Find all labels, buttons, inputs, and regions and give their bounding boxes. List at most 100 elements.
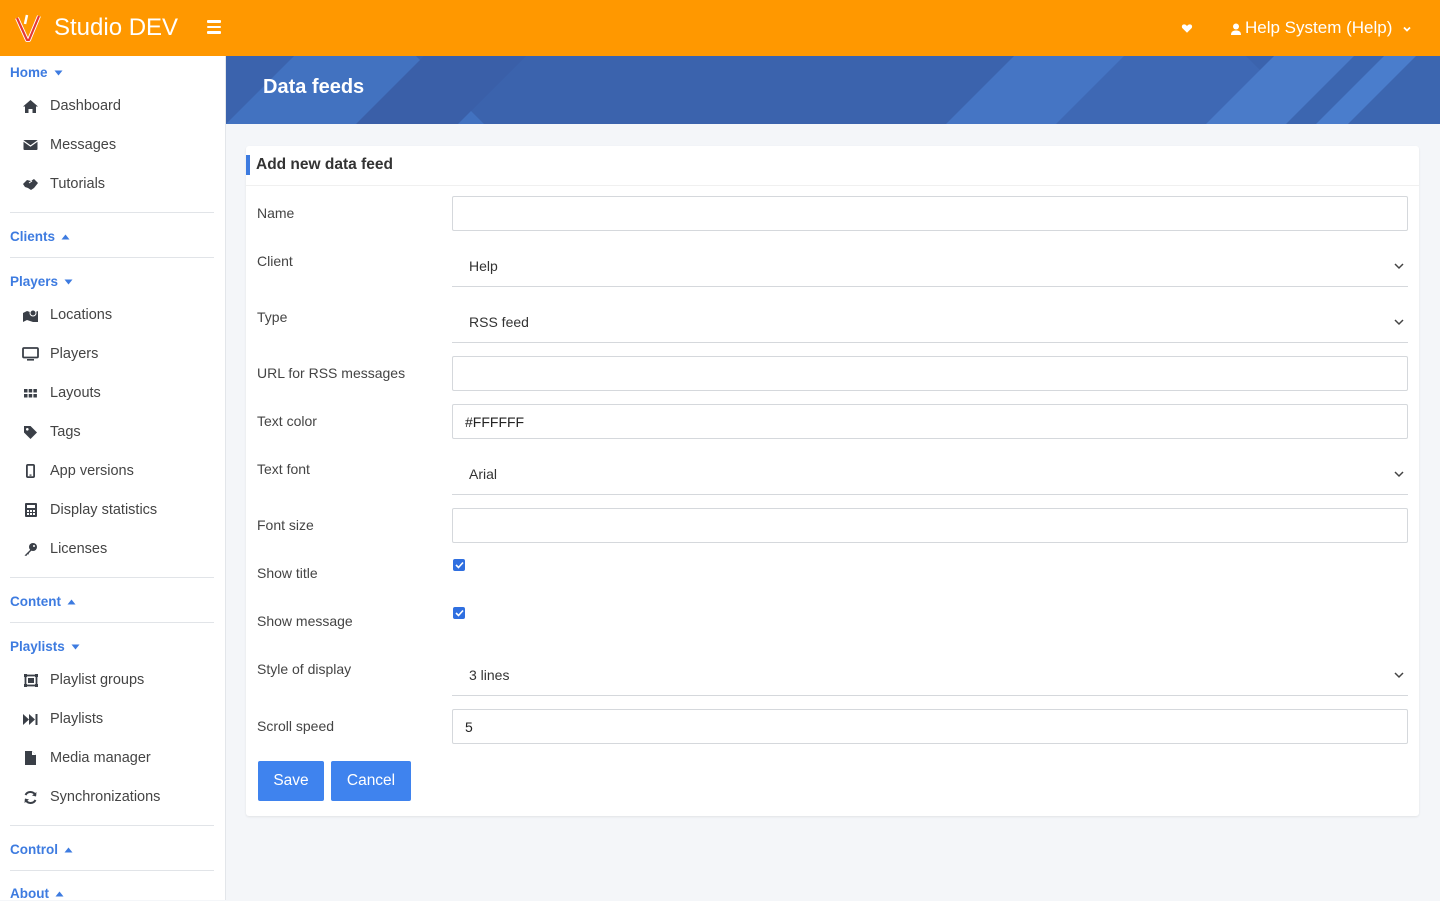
sidebar-item-label: Locations [50, 307, 113, 323]
caret-up-icon [61, 234, 70, 239]
url-label: URL for RSS messages [257, 365, 406, 381]
sidebar-item-label: App versions [50, 463, 134, 479]
menu-toggle-icon[interactable] [207, 20, 222, 35]
sidebar-item-messages[interactable]: Messages [22, 134, 116, 156]
sidebar-item-label: Licenses [50, 541, 108, 557]
save-button[interactable]: Save [258, 761, 324, 801]
checkmark-icon [454, 609, 464, 617]
name-label: Name [257, 205, 295, 221]
section-label: Clients [10, 229, 56, 244]
section-label: Players [10, 274, 59, 289]
show-message-checkbox[interactable] [453, 607, 465, 619]
sidebar-section-content[interactable]: Content [10, 594, 76, 609]
sidebar-item-locations[interactable]: Locations [22, 304, 112, 326]
key-icon [22, 541, 39, 558]
sidebar-item-playlists[interactable]: Playlists [22, 708, 103, 730]
checkmark-icon [454, 561, 464, 569]
user-icon [1231, 23, 1241, 35]
sidebar-item-label: Playlists [50, 711, 104, 727]
sidebar-item-playlist-groups[interactable]: Playlist groups [22, 669, 144, 691]
add-data-feed-card: Add new data feed Name Client Help Type … [246, 146, 1419, 816]
tag-icon [22, 424, 39, 441]
sync-icon [22, 789, 39, 806]
sidebar-item-display-statistics[interactable]: Display statistics [22, 499, 157, 521]
chevron-down-icon [1394, 263, 1404, 270]
style-select[interactable]: 3 lines [452, 656, 1408, 696]
sidebar-item-label: Display statistics [50, 502, 158, 518]
sidebar-item-layouts[interactable]: Layouts [22, 382, 101, 404]
sidebar: Home Dashboard Messages Tutorials Client… [0, 56, 226, 901]
text-color-input[interactable] [452, 404, 1408, 439]
text-font-value: Arial [469, 466, 498, 482]
scroll-speed-input[interactable] [452, 709, 1408, 744]
style-value: 3 lines [469, 667, 510, 683]
sidebar-item-label: Dashboard [50, 98, 121, 114]
show-title-checkbox[interactable] [453, 559, 465, 571]
app-title[interactable]: Studio DEV [54, 13, 178, 43]
calculator-icon [22, 502, 39, 519]
sidebar-section-about[interactable]: About [10, 886, 64, 901]
sidebar-item-label: Messages [50, 137, 117, 153]
home-icon [22, 98, 39, 115]
caret-down-icon [64, 279, 73, 284]
chevron-down-icon [1403, 26, 1412, 32]
divider [10, 622, 214, 623]
show-message-label: Show message [257, 613, 353, 629]
text-font-select[interactable]: Arial [452, 455, 1408, 495]
grid-icon [22, 385, 39, 402]
font-size-label: Font size [257, 517, 314, 533]
envelope-icon [22, 137, 39, 154]
sidebar-item-dashboard[interactable]: Dashboard [22, 95, 121, 117]
caret-up-icon [64, 847, 73, 852]
url-input[interactable] [452, 356, 1408, 391]
chevron-down-icon [1394, 471, 1404, 478]
font-size-input[interactable] [452, 508, 1408, 543]
sidebar-item-label: Players [50, 346, 99, 362]
name-input[interactable] [452, 196, 1408, 231]
sidebar-section-home[interactable]: Home [10, 65, 63, 80]
caret-up-icon [55, 891, 64, 896]
top-bar: Studio DEV Help System (Help) [0, 0, 1440, 56]
show-title-label: Show title [257, 565, 318, 581]
sidebar-section-control[interactable]: Control [10, 842, 73, 857]
handshake-icon [22, 176, 39, 193]
sidebar-item-licenses[interactable]: Licenses [22, 538, 107, 560]
chevron-down-icon [1394, 672, 1404, 679]
section-label: Content [10, 594, 61, 609]
map-marker-icon [22, 307, 39, 324]
sidebar-section-players[interactable]: Players [10, 274, 73, 289]
sidebar-section-playlists[interactable]: Playlists [10, 639, 80, 654]
sidebar-item-app-versions[interactable]: App versions [22, 460, 134, 482]
sidebar-item-synchronizations[interactable]: Synchronizations [22, 786, 160, 808]
cancel-button[interactable]: Cancel [331, 761, 411, 801]
card-accent-bar [246, 155, 250, 175]
divider [10, 825, 214, 826]
sidebar-item-label: Media manager [50, 750, 151, 766]
caret-down-icon [71, 644, 80, 649]
sidebar-item-tutorials[interactable]: Tutorials [22, 173, 105, 195]
user-menu[interactable]: Help System (Help) [1230, 17, 1412, 39]
favorites-heart-icon[interactable] [1179, 20, 1195, 36]
mobile-icon [22, 463, 39, 480]
divider [10, 257, 214, 258]
sidebar-item-players[interactable]: Players [22, 343, 98, 365]
caret-down-icon [54, 70, 63, 75]
sidebar-item-media-manager[interactable]: Media manager [22, 747, 151, 769]
page-title: Data feeds [263, 76, 365, 98]
sidebar-section-clients[interactable]: Clients [10, 229, 70, 244]
card-title: Add new data feed [256, 156, 393, 173]
client-label: Client [257, 253, 293, 269]
sidebar-item-label: Layouts [50, 385, 101, 401]
client-select[interactable]: Help [452, 247, 1408, 287]
text-font-label: Text font [257, 461, 310, 477]
sidebar-item-label: Tutorials [50, 176, 106, 192]
client-value: Help [469, 258, 498, 274]
sidebar-item-tags[interactable]: Tags [22, 421, 81, 443]
fast-forward-icon [22, 711, 39, 728]
card-header: Add new data feed [246, 146, 1419, 186]
type-select[interactable]: RSS feed [452, 303, 1408, 343]
style-label: Style of display [257, 661, 352, 677]
section-label: About [10, 886, 49, 901]
studio-logo-icon[interactable] [14, 12, 42, 44]
sidebar-item-label: Playlist groups [50, 672, 145, 688]
